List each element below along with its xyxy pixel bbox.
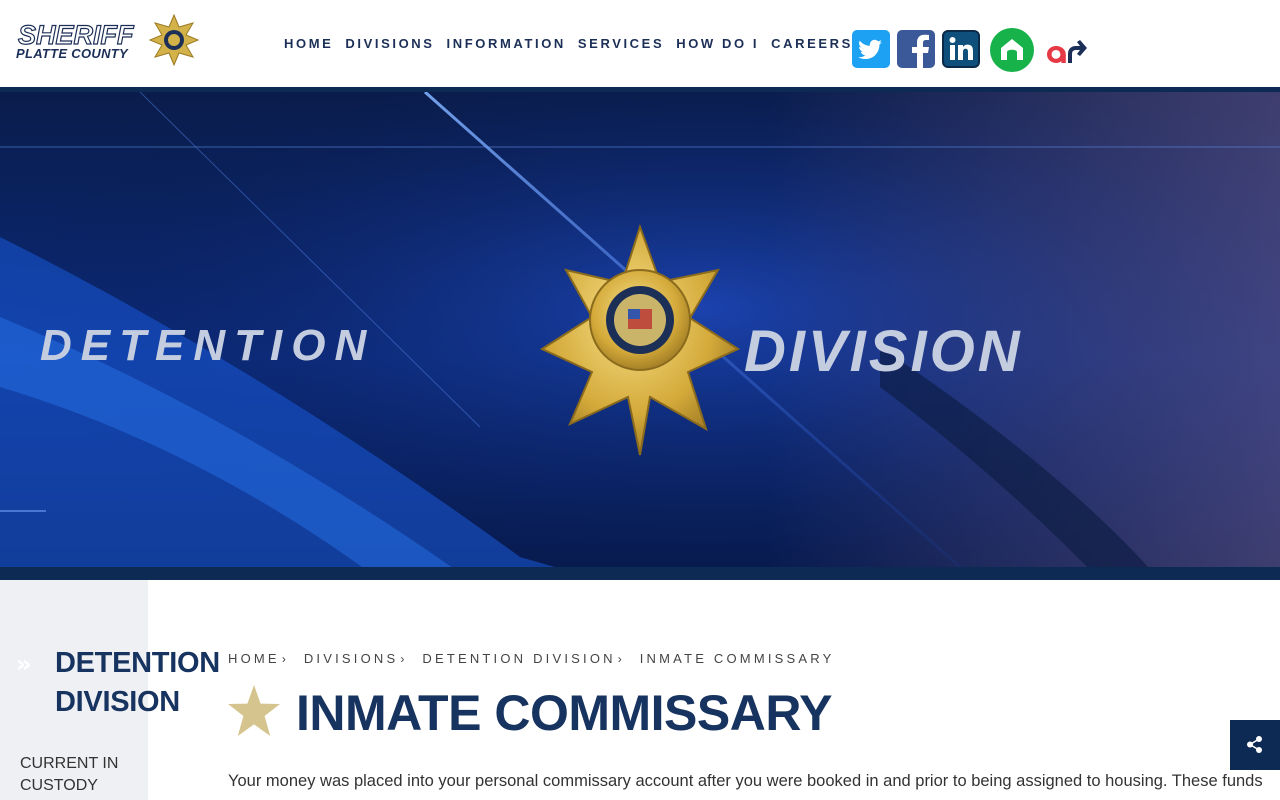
share-icon <box>1247 736 1262 753</box>
chevron-right-icon: › <box>281 651 286 666</box>
nextdoor-icon[interactable] <box>990 28 1034 72</box>
site-header: SHERIFF PLATTE COUNTY HOME DIVISIONS INF… <box>0 0 1280 87</box>
breadcrumb: HOME › DIVISIONS › DETENTION DIVISION › … <box>228 651 835 666</box>
nav-information[interactable]: INFORMATION <box>447 36 566 51</box>
logo-line2: PLATTE COUNTY <box>16 46 128 61</box>
breadcrumb-home[interactable]: HOME <box>228 651 280 666</box>
sheriff-star-icon <box>148 14 200 66</box>
hero-word-right: DIVISION <box>744 319 1023 384</box>
hero-top-band <box>0 87 1280 92</box>
breadcrumb-divisions[interactable]: DIVISIONS <box>304 651 399 666</box>
nav-home[interactable]: HOME <box>284 36 333 51</box>
nav-divisions[interactable]: DIVISIONS <box>345 36 434 51</box>
double-chevron-right-icon: » <box>16 650 32 678</box>
chevron-right-icon: › <box>400 651 405 666</box>
page-title: INMATE COMMISSARY <box>296 685 832 741</box>
hero-word-left: DETENTION <box>40 321 376 370</box>
breadcrumb-detention-division[interactable]: DETENTION DIVISION <box>422 651 615 666</box>
sidebar-title: DETENTION DIVISION <box>55 647 220 718</box>
hero-bottom-band <box>0 567 1280 580</box>
breadcrumb-current: INMATE COMMISSARY <box>639 651 835 666</box>
share-button[interactable] <box>1230 720 1280 770</box>
hero-banner: DETENTION DIVISION <box>0 87 1280 580</box>
nav-how-do-i[interactable]: HOW DO I <box>676 36 759 51</box>
linkedin-icon[interactable] <box>942 30 980 68</box>
star-icon <box>228 685 280 736</box>
nav-services[interactable]: SERVICES <box>578 36 664 51</box>
site-logo[interactable]: SHERIFF PLATTE COUNTY <box>14 14 200 70</box>
nav-careers[interactable]: CAREERS <box>771 36 853 51</box>
chevron-right-icon: › <box>617 651 622 666</box>
body-paragraph: Your money was placed into your personal… <box>228 772 1268 790</box>
facebook-icon[interactable] <box>897 30 935 68</box>
sidebar-item-current-in-custody[interactable]: CURRENT IN CUSTODY <box>20 753 130 797</box>
twitter-icon[interactable] <box>852 30 890 68</box>
main-nav: HOME DIVISIONS INFORMATION SERVICES HOW … <box>284 36 865 51</box>
ar-icon[interactable] <box>1042 32 1090 68</box>
